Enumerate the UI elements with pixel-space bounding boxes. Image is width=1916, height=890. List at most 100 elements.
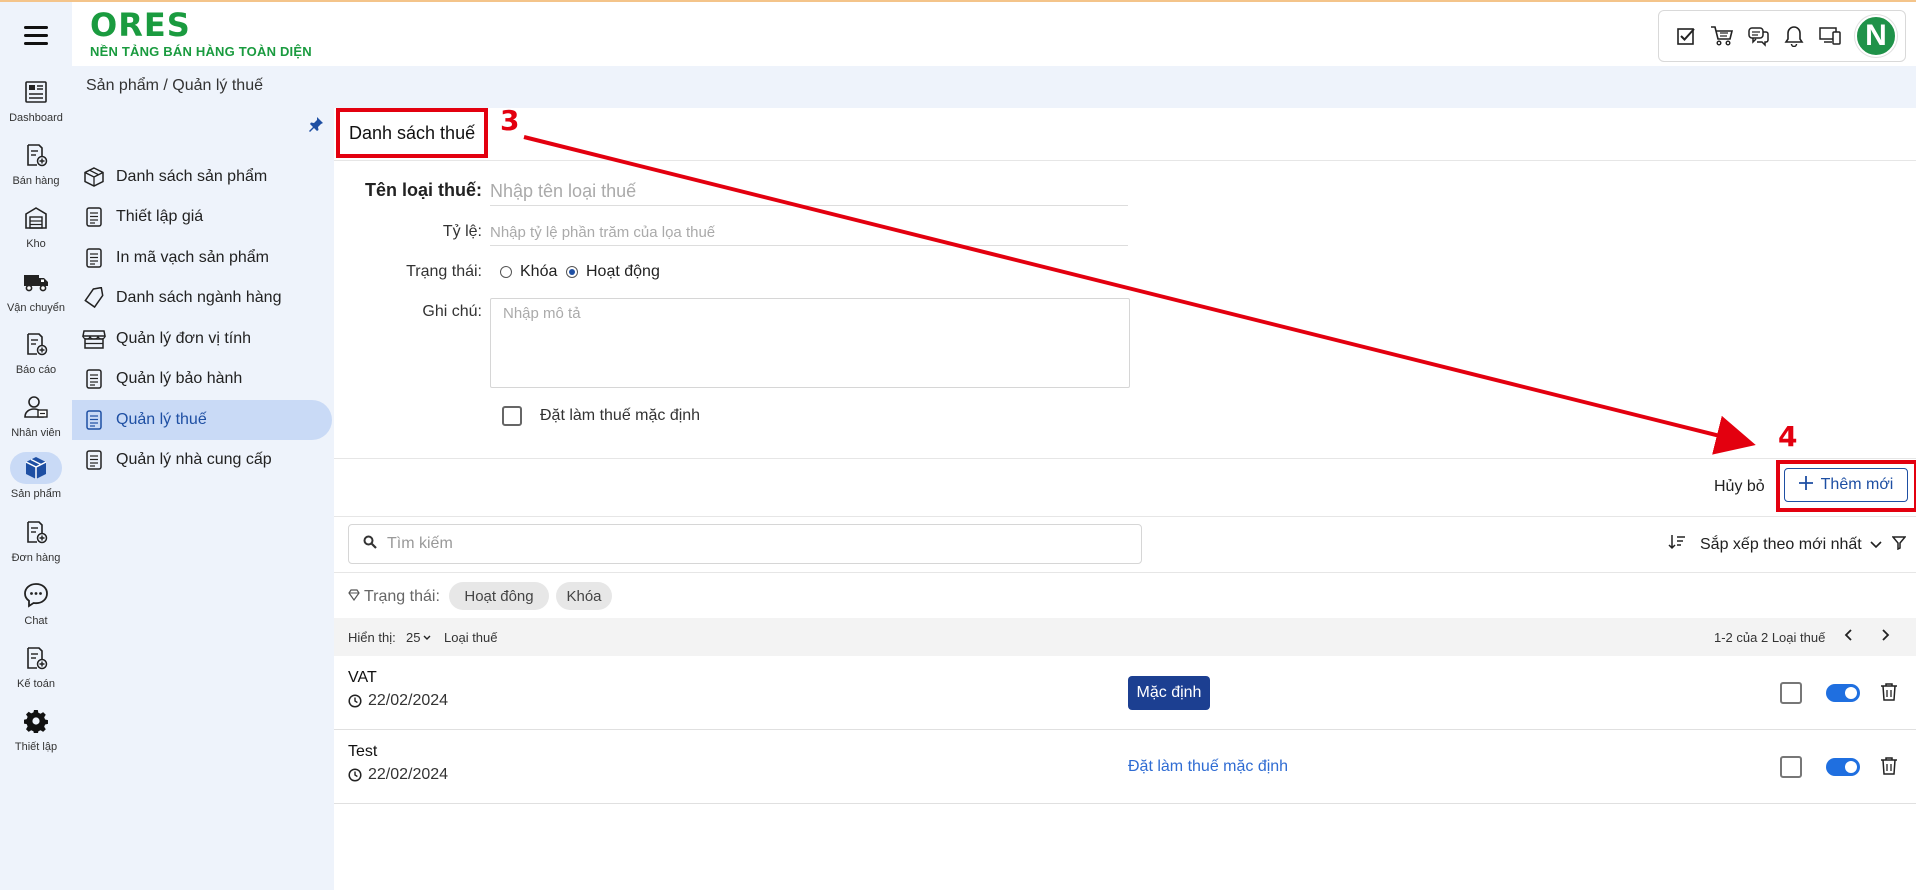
search-icon [363, 535, 377, 554]
task-checkbox-icon[interactable] [1673, 23, 1699, 49]
submenu-item-label: Danh sách sản phẩm [116, 168, 268, 185]
row-checkbox[interactable] [1780, 756, 1802, 778]
rail-label: Kế toán [17, 678, 55, 690]
sort-dropdown[interactable]: Sắp xếp theo mới nhất [1668, 534, 1882, 555]
submenu-item-categories[interactable]: Danh sách ngành hàng [72, 278, 332, 318]
messages-icon[interactable] [1745, 23, 1771, 49]
rail-label: Nhân viên [11, 427, 61, 439]
submenu-item-label: Quản lý nhà cung cấp [116, 451, 272, 468]
tax-date-value: 22/02/2024 [368, 692, 449, 709]
rail-item-dashboard[interactable]: Dashboard [0, 76, 72, 124]
tax-date: 22/02/2024 [348, 766, 448, 784]
default-badge: Mặc định [1128, 676, 1210, 710]
rail-label: Chat [24, 615, 48, 627]
submenu-item-label: Quản lý thuế [116, 411, 207, 428]
submenu-item-warranty[interactable]: Quản lý bảo hành [72, 359, 332, 399]
submenu-item-label: In mã vạch sản phẩm [116, 249, 269, 266]
submenu-item-barcode[interactable]: In mã vạch sản phẩm [72, 238, 332, 278]
tax-name: Test [348, 743, 378, 760]
brand-logo[interactable]: ORES NỀN TẢNG BÁN HÀNG TOÀN DIỆN [90, 8, 312, 59]
page-size-value: 25 [406, 630, 421, 645]
annotation-step-4: 4 [1778, 420, 1798, 453]
devices-icon[interactable] [1817, 23, 1843, 49]
trash-icon[interactable] [1880, 756, 1898, 781]
breadcrumb: Sản phẩm / Quản lý thuế [86, 77, 263, 94]
avatar[interactable]: N [1855, 15, 1897, 57]
set-default-link[interactable]: Đặt làm thuế mặc định [1128, 758, 1288, 776]
logo-title: ORES [90, 6, 191, 44]
status-toggle[interactable] [1826, 684, 1860, 702]
order-icon [17, 516, 55, 548]
cart-icon[interactable] [1709, 23, 1735, 49]
add-new-label: Thêm mới [1820, 476, 1894, 493]
submenu-item-tax[interactable]: Quản lý thuế [72, 400, 332, 440]
report-icon [17, 328, 55, 360]
submenu-item-units[interactable]: Quản lý đơn vị tính [72, 319, 332, 359]
rail-label: Bán hàng [12, 175, 60, 187]
submenu-item-label: Thiết lập giá [116, 208, 204, 225]
rail-item-staff[interactable]: Nhân viên [0, 391, 72, 439]
submenu-item-product-list[interactable]: Danh sách sản phẩm [72, 157, 332, 197]
filter-status-label: Trạng thái: [364, 588, 440, 605]
sales-icon [17, 139, 55, 171]
rail-item-warehouse[interactable]: Kho [0, 202, 72, 250]
next-page-icon[interactable] [1880, 629, 1890, 644]
status-toggle[interactable] [1826, 758, 1860, 776]
row-checkbox[interactable] [1780, 682, 1802, 704]
tax-date: 22/02/2024 [348, 692, 448, 710]
diamond-icon [348, 588, 360, 606]
bell-icon[interactable] [1781, 23, 1807, 49]
rail-label: Dashboard [9, 112, 63, 124]
submenu-item-suppliers[interactable]: Quản lý nhà cung cấp [72, 440, 332, 480]
dashboard-icon [17, 76, 55, 108]
plus-icon [1798, 475, 1813, 495]
search-input[interactable] [387, 535, 1087, 553]
rail-item-products[interactable]: Sản phẩm [0, 452, 72, 500]
staff-icon [17, 391, 55, 423]
chat-icon [17, 579, 55, 611]
document-icon [82, 408, 106, 432]
filter-chip-active[interactable]: Hoạt đông [449, 582, 549, 610]
rail-item-chat[interactable]: Chat [0, 579, 72, 627]
divider [334, 572, 1916, 573]
truck-icon [17, 266, 55, 298]
chevron-down-icon [423, 635, 431, 640]
rail-item-sales[interactable]: Bán hàng [0, 139, 72, 187]
package-icon [82, 165, 106, 189]
search-box[interactable] [348, 524, 1142, 564]
submenu-spacer [72, 108, 332, 148]
submenu-item-label: Quản lý bảo hành [116, 370, 243, 387]
type-label: Loại thuế [444, 630, 498, 645]
tax-date-value: 22/02/2024 [368, 766, 449, 783]
rail-label: Đơn hàng [11, 552, 61, 564]
submenu-item-label: Danh sách ngành hàng [116, 289, 282, 306]
table-row[interactable]: Test 22/02/2024 Đặt làm thuế mặc định [334, 730, 1916, 804]
submenu-item-pricing[interactable]: Thiết lập giá [72, 197, 332, 237]
cancel-button[interactable]: Hủy bỏ [1714, 478, 1765, 496]
show-label: Hiển thị: [348, 630, 396, 645]
rail-item-shipping[interactable]: Vận chuyển [0, 266, 72, 314]
sort-label: Sắp xếp theo mới nhất [1700, 535, 1862, 553]
add-new-button[interactable]: Thêm mới [1784, 468, 1908, 502]
page-size-select[interactable]: 25 [406, 630, 431, 645]
rail-item-accounting[interactable]: Kế toán [0, 642, 72, 690]
trash-icon[interactable] [1880, 682, 1898, 707]
rail-label: Kho [26, 238, 46, 250]
clock-icon [348, 694, 362, 708]
document-icon [82, 205, 106, 229]
submenu-item-label: Quản lý đơn vị tính [116, 330, 252, 347]
gear-icon [17, 705, 55, 737]
rail-item-settings[interactable]: Thiết lập [0, 705, 72, 753]
document-icon [82, 448, 106, 472]
top-header: ORES NỀN TẢNG BÁN HÀNG TOÀN DIỆN N [72, 2, 1916, 66]
store-icon [82, 327, 106, 351]
filter-chip-locked[interactable]: Khóa [556, 582, 612, 610]
prev-page-icon[interactable] [1844, 629, 1854, 644]
rail-label: Thiết lập [14, 741, 58, 753]
rail-item-orders[interactable]: Đơn hàng [0, 516, 72, 564]
table-row[interactable]: VAT 22/02/2024 Mặc định [334, 656, 1916, 730]
hamburger-menu-icon[interactable] [24, 26, 48, 46]
filter-icon[interactable] [1891, 536, 1907, 555]
chevron-down-icon [1870, 536, 1882, 554]
rail-item-report[interactable]: Báo cáo [0, 328, 72, 376]
